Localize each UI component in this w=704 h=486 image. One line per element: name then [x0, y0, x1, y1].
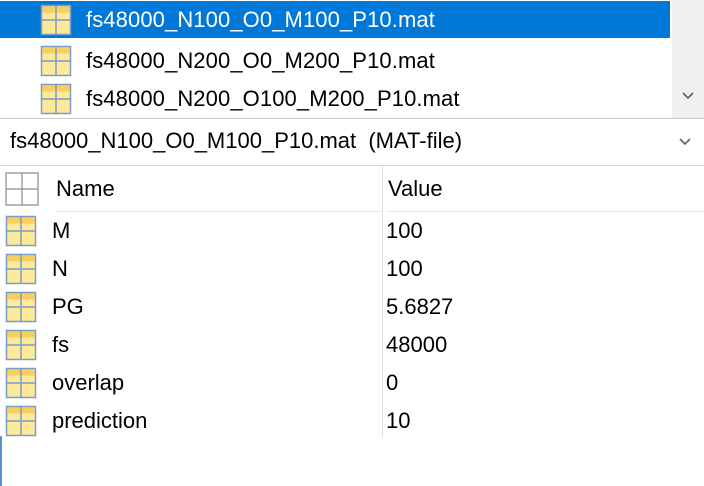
column-header-value[interactable]: Value — [388, 166, 704, 212]
table-row[interactable]: N 100 — [0, 250, 704, 288]
table-row[interactable]: M 100 — [0, 212, 704, 250]
file-list-scrollbar[interactable] — [672, 0, 704, 118]
variable-icon — [5, 253, 37, 285]
column-header-value-label: Value — [388, 175, 443, 201]
file-item[interactable]: fs48000_N200_O100_M200_P10.mat — [0, 80, 670, 117]
variable-value: 10 — [386, 408, 411, 433]
variable-name: overlap — [52, 370, 125, 395]
variable-name: prediction — [52, 408, 148, 433]
table-row[interactable]: overlap 0 — [0, 364, 704, 402]
column-header-name-label: Name — [56, 175, 115, 201]
variable-icon — [5, 329, 37, 361]
mat-file-icon — [40, 45, 72, 77]
variable-name: M — [52, 218, 71, 243]
chevron-down-icon[interactable] — [672, 129, 698, 155]
variable-value: 100 — [386, 218, 423, 243]
variables-table: Name Value M 100 N 100 PG 5.6827 fs 4800… — [0, 166, 704, 486]
table-row[interactable]: fs 48000 — [0, 326, 704, 364]
file-item-label: fs48000_N200_O0_M200_P10.mat — [86, 47, 435, 73]
variable-name: N — [52, 256, 68, 281]
column-header-name[interactable]: Name — [56, 166, 382, 212]
table-grid-icon — [5, 172, 39, 206]
table-row[interactable]: PG 5.6827 — [0, 288, 704, 326]
file-item[interactable]: fs48000_N200_O0_M200_P10.mat — [0, 42, 670, 79]
variable-name: PG — [52, 294, 84, 319]
variable-icon — [5, 215, 37, 247]
table-row[interactable]: prediction 10 — [0, 402, 704, 440]
variable-value: 100 — [386, 256, 423, 281]
variable-value: 48000 — [386, 332, 448, 357]
variable-value: 0 — [386, 370, 399, 395]
mat-file-icon — [40, 4, 72, 36]
chevron-down-icon[interactable] — [672, 82, 704, 110]
file-item[interactable]: fs48000_N100_O0_M100_P10.mat — [0, 1, 670, 38]
file-item-label: fs48000_N100_O0_M100_P10.mat — [86, 6, 435, 32]
variable-value: 5.6827 — [386, 294, 454, 319]
mat-file-icon — [40, 83, 72, 115]
variable-name: fs — [52, 332, 70, 357]
variable-icon — [5, 367, 37, 399]
details-title: fs48000_N100_O0_M100_P10.mat (MAT-file) — [10, 128, 463, 153]
file-item-label: fs48000_N200_O100_M200_P10.mat — [86, 85, 460, 111]
window-edge — [0, 436, 2, 486]
variable-icon — [5, 405, 37, 437]
mat-file-list: fs48000_N100_O0_M100_P10.mat fs48000_N20… — [0, 0, 672, 118]
variable-icon — [5, 291, 37, 323]
details-header: fs48000_N100_O0_M100_P10.mat (MAT-file) — [0, 119, 704, 166]
